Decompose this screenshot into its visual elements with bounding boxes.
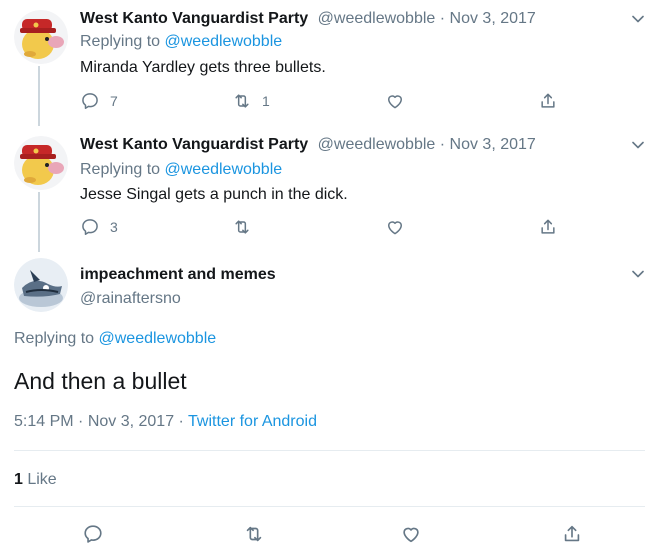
replying-to: Replying to @weedlewobble [80,160,282,180]
like-button[interactable] [400,522,422,546]
heart-icon [385,91,405,111]
replying-to-label: Replying to [80,33,165,50]
retweet-icon [232,91,252,111]
timestamp[interactable]: Nov 3, 2017 [450,136,536,153]
share-icon [561,523,583,545]
retweet-icon [243,523,265,545]
tweet-timestamp: 5:14 PM · Nov 3, 2017 · Twitter for Andr… [14,413,317,431]
tweet[interactable]: West Kanto Vanguardist Party @weedlewobb… [0,126,659,246]
tweet-actions [0,522,659,548]
retweet-count: 1 [262,93,270,109]
chevron-down-icon[interactable] [631,12,645,26]
reply-button[interactable] [82,522,104,546]
reply-icon [80,91,100,111]
retweet-button[interactable] [232,215,262,239]
tweet-header: West Kanto Vanguardist Party @weedlewobb… [80,9,536,29]
reply-button[interactable]: 7 [80,89,118,113]
retweet-button[interactable] [243,522,265,546]
share-icon [538,91,558,111]
like-count: 1 [14,471,23,488]
replying-to: Replying to @weedlewobble [14,330,216,348]
time[interactable]: 5:14 PM [14,413,74,430]
tweet[interactable]: West Kanto Vanguardist Party @weedlewobb… [0,0,659,120]
like-button[interactable] [385,89,405,113]
reply-button[interactable]: 3 [80,215,118,239]
tweet-text: Miranda Yardley gets three bullets. [80,59,326,76]
replying-to: Replying to @weedlewobble [80,32,282,52]
tweet-actions: 3 [80,215,560,239]
separator: · [73,413,88,430]
source-link[interactable]: Twitter for Android [188,413,317,430]
reply-icon [82,523,104,545]
replying-to-label: Replying to [14,330,99,347]
mention-link[interactable]: @weedlewobble [165,161,283,178]
mention-link[interactable]: @weedlewobble [165,33,283,50]
avatar[interactable] [14,10,68,64]
display-name[interactable]: West Kanto Vanguardist Party [80,10,308,27]
separator: · [435,10,450,27]
display-name[interactable]: impeachment and memes [80,266,276,284]
retweet-button[interactable]: 1 [232,89,270,113]
tweet-text: And then a bullet [14,368,187,394]
share-icon [538,217,558,237]
reply-icon [80,217,100,237]
like-stats[interactable]: 1 Like [14,471,57,489]
like-label: Like [22,471,57,488]
display-name[interactable]: West Kanto Vanguardist Party [80,136,308,153]
replying-to-label: Replying to [80,161,165,178]
chevron-down-icon[interactable] [631,138,645,152]
tweet-text: Jesse Singal gets a punch in the dick. [80,186,348,203]
handle[interactable]: @weedlewobble [318,10,436,27]
avatar[interactable] [14,136,68,190]
separator: · [435,136,450,153]
share-button[interactable] [538,89,558,113]
retweet-icon [232,217,252,237]
timestamp[interactable]: Nov 3, 2017 [450,10,536,27]
heart-icon [385,217,405,237]
tweet-header: West Kanto Vanguardist Party @weedlewobb… [80,135,536,155]
share-button[interactable] [538,215,558,239]
tweet-actions: 7 1 [80,89,560,113]
share-button[interactable] [561,522,583,546]
reply-count: 3 [110,219,118,235]
handle[interactable]: @weedlewobble [318,136,436,153]
chevron-down-icon[interactable] [631,267,645,281]
like-button[interactable] [385,215,405,239]
divider [14,506,645,507]
handle[interactable]: @rainaftersno [80,290,181,308]
separator: · [174,413,189,430]
avatar[interactable] [14,258,68,312]
reply-count: 7 [110,93,118,109]
date[interactable]: Nov 3, 2017 [88,413,174,430]
divider [14,450,645,451]
heart-icon [400,523,422,545]
mention-link[interactable]: @weedlewobble [99,330,217,347]
